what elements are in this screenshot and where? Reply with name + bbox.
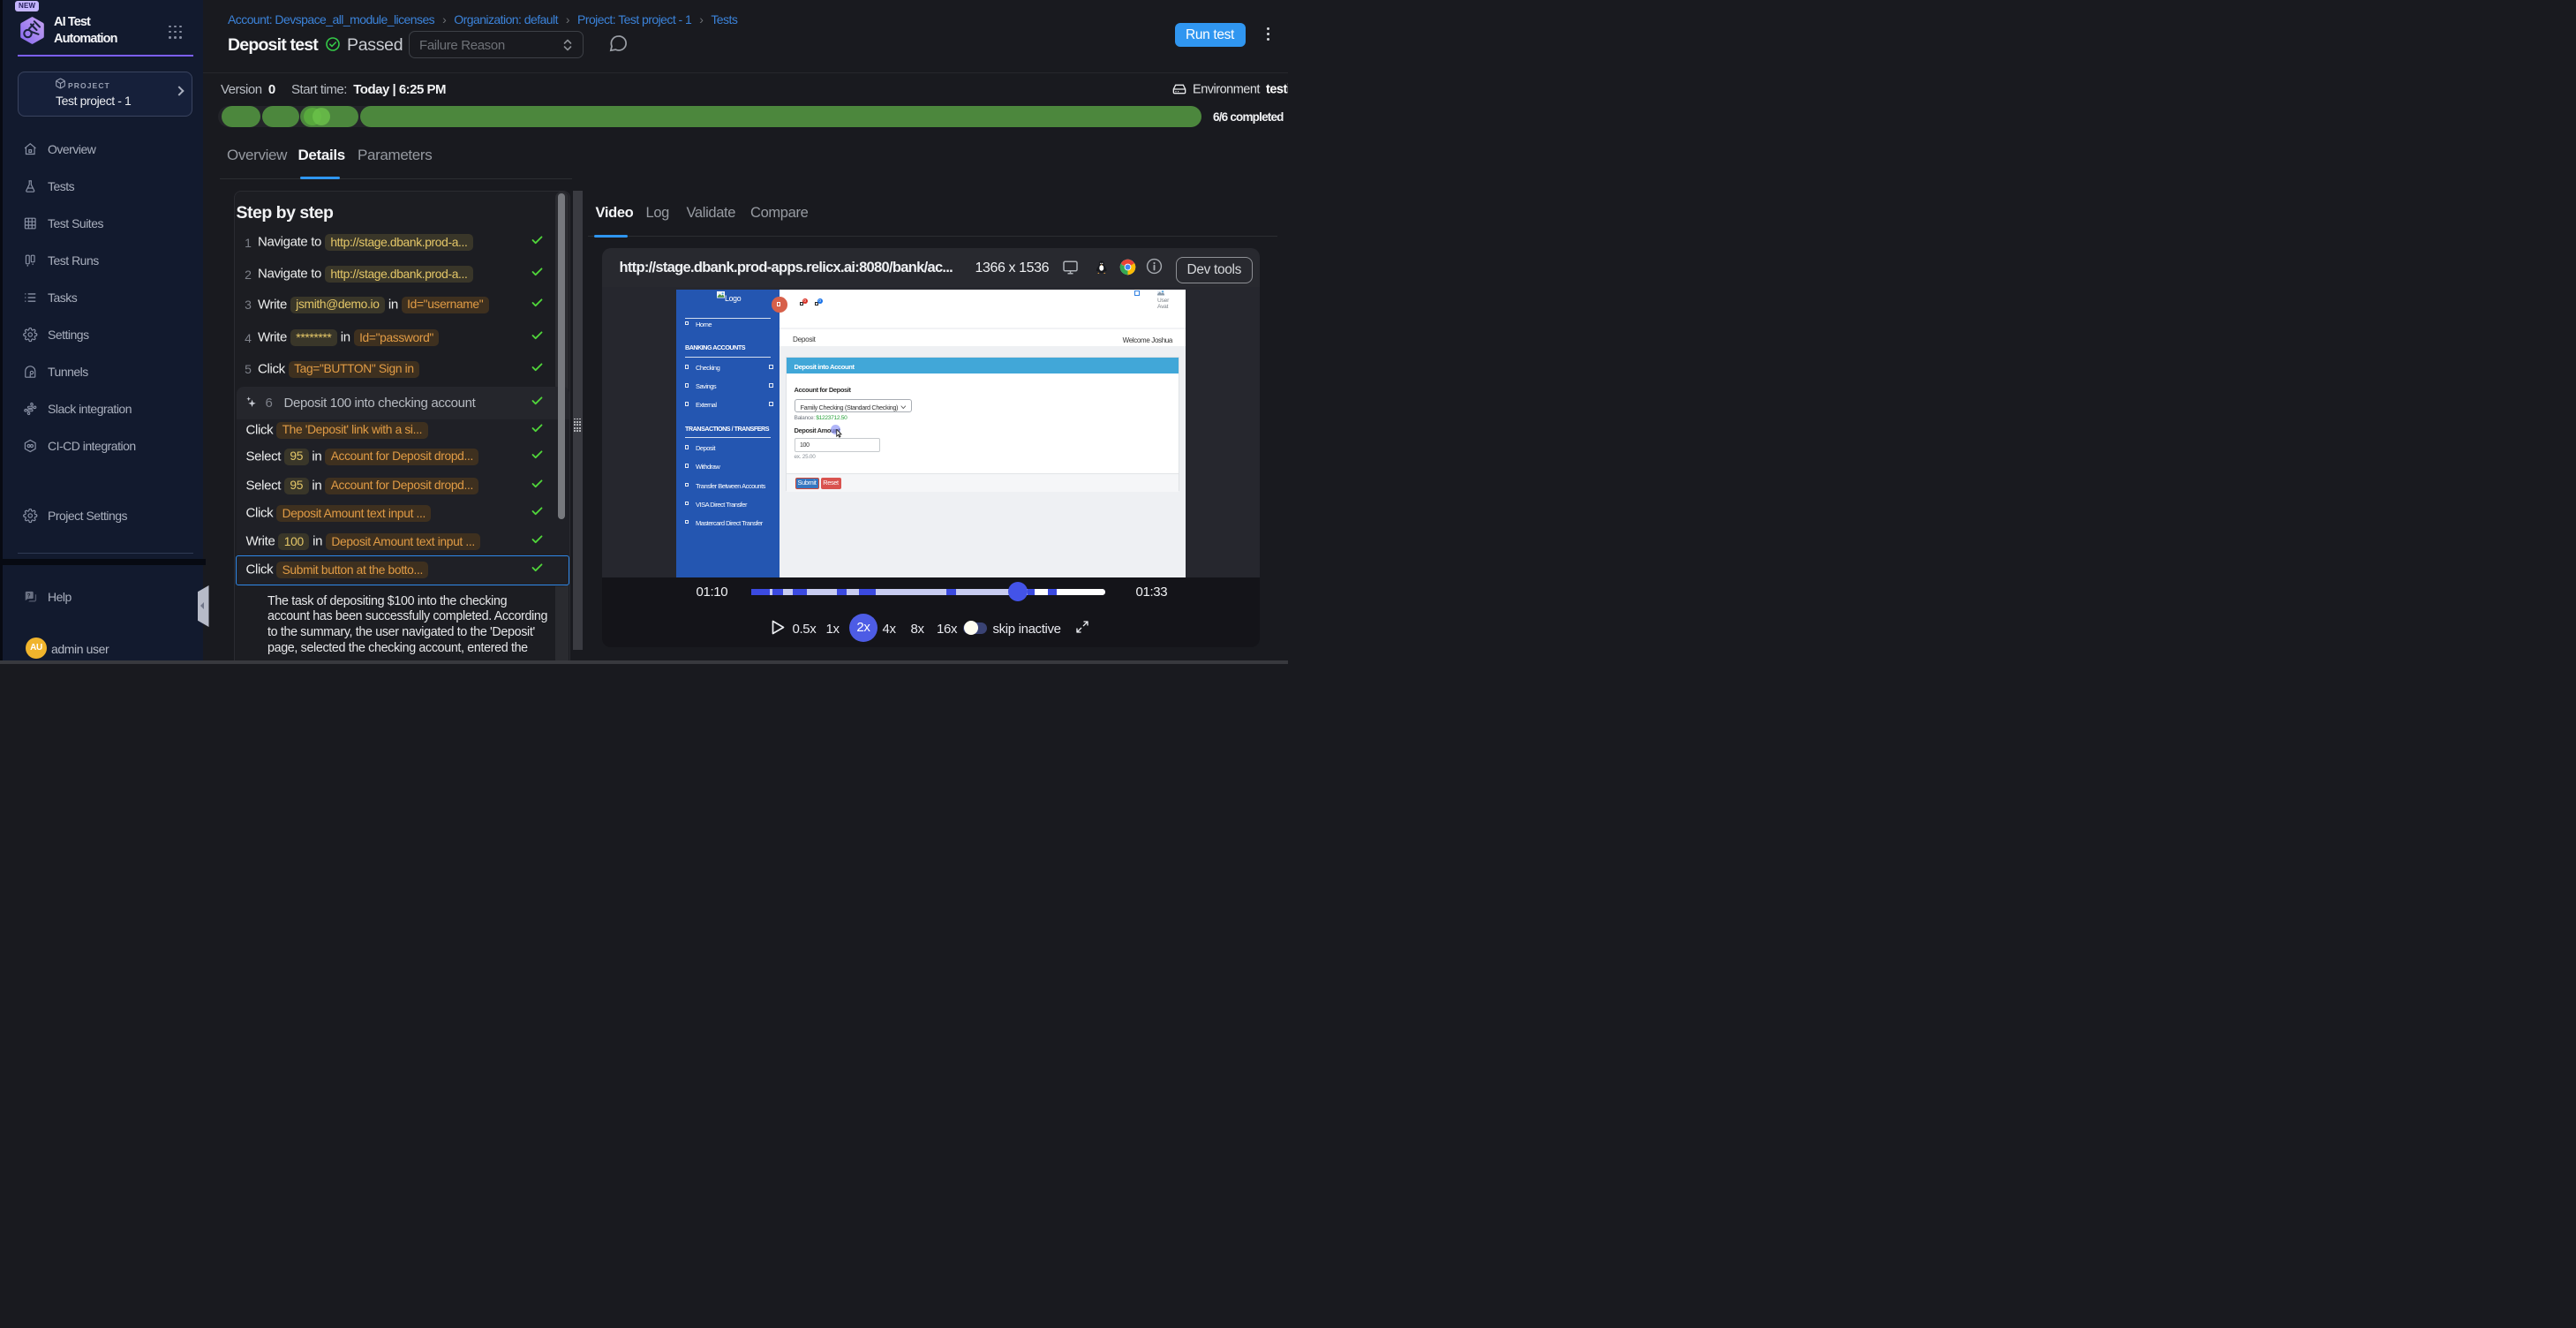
svg-text:?: ? xyxy=(27,592,31,599)
